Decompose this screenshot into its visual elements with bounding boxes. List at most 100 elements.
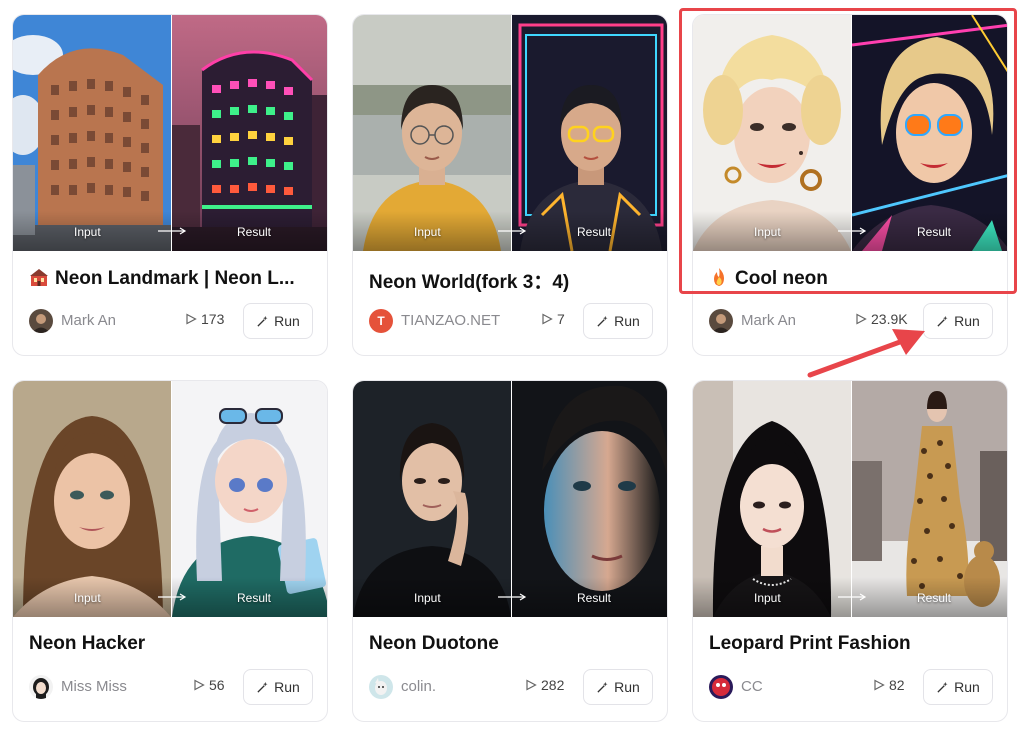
run-count: 7 <box>541 311 565 327</box>
author-name[interactable]: colin. <box>401 678 436 695</box>
workflow-card[interactable]: Input Result Neon Hacker Miss Miss 56 Ru… <box>12 380 328 722</box>
avatar[interactable] <box>29 309 53 333</box>
run-count-value: 7 <box>557 311 565 327</box>
card-thumbnail[interactable]: Input Result <box>13 381 327 617</box>
avatar[interactable]: T <box>369 309 393 333</box>
card-title-text: Neon Hacker <box>29 633 146 654</box>
run-button[interactable]: Run <box>243 303 313 339</box>
card-title[interactable]: Cool neon <box>709 267 999 290</box>
fire-emoji-icon <box>714 268 724 286</box>
magic-wand-icon <box>597 315 608 327</box>
arrow-right-icon <box>158 227 187 235</box>
input-image <box>693 381 851 617</box>
play-icon <box>194 679 205 691</box>
run-count: 56 <box>193 677 225 693</box>
card-thumbnail[interactable]: Input Result <box>353 381 667 617</box>
result-image <box>851 381 1007 617</box>
run-count-value: 282 <box>541 677 565 693</box>
magic-wand-icon <box>597 681 608 693</box>
input-label: Input <box>74 225 101 239</box>
magic-wand-icon <box>257 315 268 327</box>
workflow-card[interactable]: Input Result Cool neon Mark An 23.9K Run <box>692 14 1008 356</box>
result-label: Result <box>917 225 952 239</box>
card-title-text: Neon World(fork 3：4) <box>369 272 570 293</box>
card-title-text: Cool neon <box>735 268 828 289</box>
author-name[interactable]: Mark An <box>741 312 796 329</box>
card-title[interactable]: Neon World(fork 3：4) <box>369 267 659 294</box>
card-title[interactable]: Neon Hacker <box>29 633 319 655</box>
play-icon <box>526 679 537 691</box>
magic-wand-icon <box>257 681 268 693</box>
workflow-card[interactable]: Input Result Leopard Print Fashion CC 82… <box>692 380 1008 722</box>
workflow-card[interactable]: Input Result Neon World(fork 3：4) T TIAN… <box>352 14 668 356</box>
input-label: Input <box>414 225 441 239</box>
result-image <box>511 15 667 251</box>
result-label: Result <box>237 225 272 239</box>
play-icon <box>186 313 197 325</box>
result-label: Result <box>577 591 612 605</box>
run-count-value: 173 <box>201 311 225 327</box>
run-count: 82 <box>873 677 905 693</box>
avatar[interactable] <box>29 675 53 699</box>
card-thumbnail[interactable]: Input Result <box>693 381 1007 617</box>
card-title[interactable]: Neon Duotone <box>369 633 659 655</box>
avatar[interactable] <box>369 675 393 699</box>
result-image <box>511 381 667 617</box>
run-button-label: Run <box>954 313 980 329</box>
input-label: Input <box>754 225 781 239</box>
run-count: 282 <box>525 677 564 693</box>
input-image <box>13 15 171 251</box>
run-count-value: 82 <box>889 677 905 693</box>
input-image <box>13 381 171 617</box>
arrow-right-icon <box>838 227 867 235</box>
run-button[interactable]: Run <box>923 303 993 339</box>
result-image <box>851 15 1007 251</box>
play-icon <box>542 313 553 325</box>
play-icon <box>856 313 867 325</box>
arrow-right-icon <box>498 593 527 601</box>
landmark-emoji-icon <box>30 269 48 286</box>
result-image <box>171 381 327 617</box>
magic-wand-icon <box>937 315 948 327</box>
arrow-right-icon <box>838 593 867 601</box>
run-count-value: 23.9K <box>871 311 908 327</box>
run-button-label: Run <box>614 679 640 695</box>
card-thumbnail[interactable]: Input Result <box>693 15 1007 251</box>
run-button[interactable]: Run <box>243 669 313 705</box>
input-label: Input <box>74 591 101 605</box>
author-name[interactable]: Mark An <box>61 312 116 329</box>
card-title[interactable]: Neon Landmark | Neon L... <box>29 267 319 290</box>
run-button[interactable]: Run <box>583 669 653 705</box>
author-name[interactable]: TIANZAO.NET <box>401 312 500 329</box>
run-button[interactable]: Run <box>923 669 993 705</box>
result-label: Result <box>237 591 272 605</box>
card-title-text: Neon Landmark | Neon L... <box>55 268 295 289</box>
input-image <box>353 15 511 251</box>
input-label: Input <box>414 591 441 605</box>
run-count: 23.9K <box>855 311 908 327</box>
workflow-card[interactable]: Input Result Neon Duotone colin. 282 Run <box>352 380 668 722</box>
card-title-text: Neon Duotone <box>369 633 499 654</box>
card-title[interactable]: Leopard Print Fashion <box>709 633 999 655</box>
input-image <box>353 381 511 617</box>
arrow-right-icon <box>498 227 527 235</box>
author-name[interactable]: Miss Miss <box>61 678 127 695</box>
arrow-right-icon <box>158 593 187 601</box>
result-label: Result <box>577 225 612 239</box>
run-count: 173 <box>185 311 224 327</box>
result-image <box>171 15 327 251</box>
card-thumbnail[interactable]: Input Result <box>13 15 327 251</box>
result-label: Result <box>917 591 952 605</box>
workflow-card[interactable]: Input Result Neon Landmark | Neon L... M… <box>12 14 328 356</box>
avatar[interactable] <box>709 309 733 333</box>
avatar[interactable] <box>709 675 733 699</box>
run-button-label: Run <box>614 313 640 329</box>
card-title-text: Leopard Print Fashion <box>709 633 911 654</box>
run-button[interactable]: Run <box>583 303 653 339</box>
card-thumbnail[interactable]: Input Result <box>353 15 667 251</box>
run-button-label: Run <box>954 679 980 695</box>
input-label: Input <box>754 591 781 605</box>
author-name[interactable]: CC <box>741 678 763 695</box>
play-icon <box>874 679 885 691</box>
magic-wand-icon <box>937 681 948 693</box>
